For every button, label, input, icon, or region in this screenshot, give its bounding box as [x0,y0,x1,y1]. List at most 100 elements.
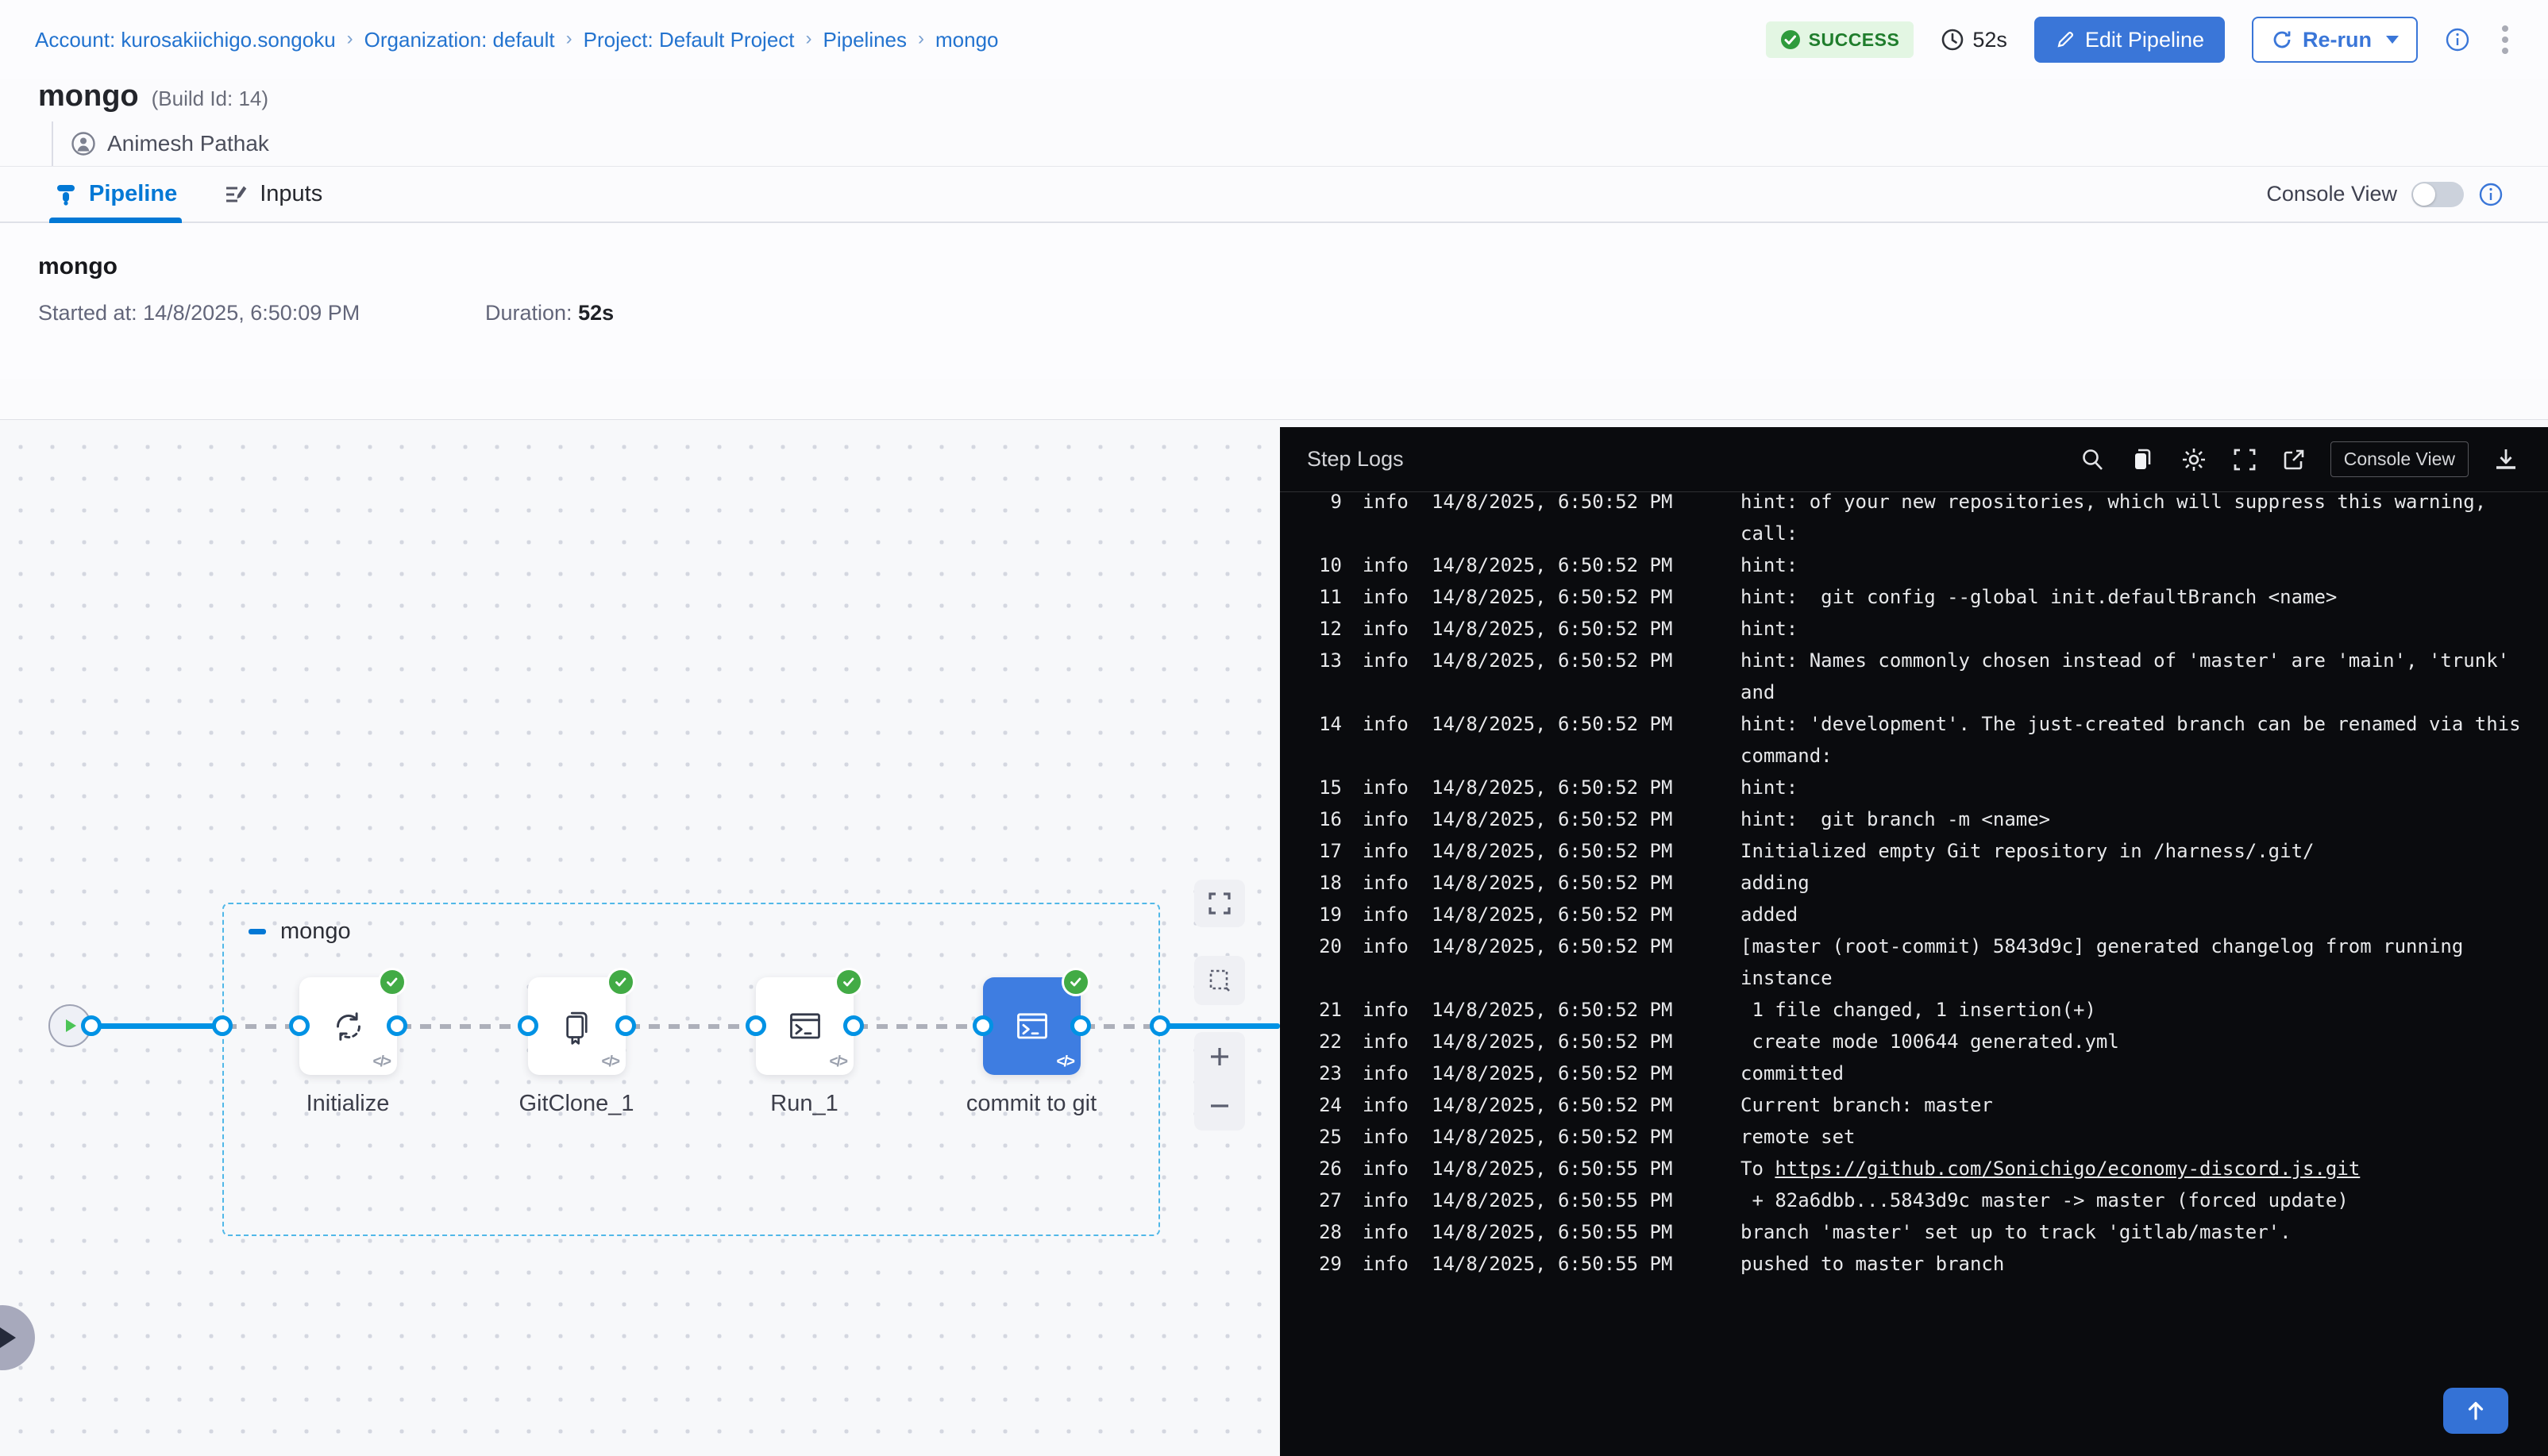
console-view-label: Console View [2266,182,2397,206]
stage-group-name: mongo [280,919,351,945]
log-line: 27info14/8/2025, 6:50:55 PM + 82a6dbb...… [1302,1184,2524,1216]
status-text: SUCCESS [1809,29,1900,51]
step-node-label: Run_1 [685,1091,923,1117]
title-row: mongo (Build Id: 14) [0,79,2548,114]
log-line: 26info14/8/2025, 6:50:55 PMTo https://gi… [1302,1153,2524,1184]
author-row: Animesh Pathak [52,121,2548,166]
edge-start-to-stage [86,1023,222,1029]
code-icon: </> [373,1053,390,1071]
header-actions: SUCCESS 52s Edit Pipeline Re-run [1766,17,2513,63]
log-line: 9info14/8/2025, 6:50:52 PMhint: of your … [1302,492,2524,518]
info-icon[interactable] [2445,27,2470,52]
top-bar: Account: kurosakiichigo.songoku › Organiza… [0,0,2548,79]
step-node-initialize[interactable]: </> [299,977,397,1075]
status-badge: SUCCESS [1766,21,1914,58]
clock-icon [1941,28,1964,52]
log-line: 17info14/8/2025, 6:50:52 PMInitialized e… [1302,835,2524,867]
console-view-info-icon[interactable] [2478,182,2504,207]
connector-dot [746,1015,766,1036]
breadcrumb-separator: › [566,28,572,50]
connector-dot [518,1015,538,1036]
zoom-in-button[interactable] [1194,1032,1245,1081]
log-repo-link[interactable]: https://github.com/Sonichigo/economy-dis… [1775,1157,2360,1180]
connector-dot [1150,1015,1170,1036]
log-line: 11info14/8/2025, 6:50:52 PMhint: git con… [1302,581,2524,613]
step-success-icon [607,968,635,996]
breadcrumb-separator: › [347,28,353,50]
step-node-label: commit to git [912,1091,1151,1117]
connector-dot [81,1015,102,1036]
log-line-continuation: command: [1302,740,2524,772]
log-line: 20info14/8/2025, 6:50:52 PM[master (root… [1302,930,2524,962]
edge-stage-end-out [1160,1023,1280,1029]
page-title: mongo [38,79,139,114]
pipeline-icon [54,183,78,206]
download-logs-icon[interactable] [2492,446,2519,473]
avatar [71,131,96,156]
breadcrumb-separator: › [918,28,924,50]
canvas-zoom-panel [1194,1032,1245,1131]
edge-gitclone-to-run [629,1024,754,1029]
breadcrumb-item[interactable]: Organization: default [364,28,555,52]
log-output[interactable]: 9info14/8/2025, 6:50:52 PMhint: of your … [1280,492,2548,1456]
log-line: 24info14/8/2025, 6:50:52 PMCurrent branc… [1302,1089,2524,1121]
stage-info: mongo Started at: 14/8/2025, 6:50:09 PM … [0,223,2548,379]
log-line: 15info14/8/2025, 6:50:52 PMhint: [1302,772,2524,803]
log-panel-title: Step Logs [1307,447,1404,472]
log-line: 19info14/8/2025, 6:50:52 PMadded [1302,899,2524,930]
breadcrumb-item[interactable]: Project: Default Project [584,28,795,52]
log-search-icon[interactable] [2080,447,2105,472]
breadcrumb-item[interactable]: Pipelines [823,28,908,52]
log-copy-icon[interactable] [2129,446,2156,473]
canvas-select-button[interactable] [1194,956,1245,1005]
zoom-out-button[interactable] [1194,1081,1245,1131]
log-line-continuation: instance [1302,962,2524,994]
inputs-icon [223,182,249,207]
author-name: Animesh Pathak [107,131,269,156]
connector-dot [1070,1015,1091,1036]
log-line-continuation: call: [1302,518,2524,549]
stage-name: mongo [38,253,2510,280]
tab-inputs[interactable]: Inputs [223,167,322,221]
step-node-label: GitClone_1 [457,1091,696,1117]
connector-dot [289,1015,310,1036]
scroll-to-top-button[interactable] [2443,1388,2508,1434]
started-at: Started at: 14/8/2025, 6:50:09 PM [38,301,485,325]
code-icon: </> [830,1053,846,1071]
step-node-commit-to-git[interactable]: </> [983,977,1081,1075]
tab-pipeline[interactable]: Pipeline [54,167,177,221]
collapse-icon[interactable] [249,929,266,934]
log-line: 14info14/8/2025, 6:50:52 PMhint: 'develo… [1302,708,2524,740]
breadcrumb-item[interactable]: mongo [935,28,999,52]
duration-text: 52s [1972,28,2007,52]
log-console-view-button[interactable]: Console View [2330,441,2469,477]
step-node-gitclone-1[interactable]: </> [528,977,626,1075]
connector-dot [615,1015,636,1036]
log-line: 13info14/8/2025, 6:50:52 PMhint: Names c… [1302,645,2524,676]
log-line: 23info14/8/2025, 6:50:52 PMcommitted [1302,1057,2524,1089]
breadcrumb-item[interactable]: Account: kurosakiichigo.songoku [35,28,336,52]
connector-dot [843,1015,864,1036]
connector-dot [387,1015,407,1036]
edge-commit-to-stage-end [1084,1024,1158,1029]
rerun-button[interactable]: Re-run [2252,17,2418,63]
log-settings-icon[interactable] [2180,445,2208,474]
build-id: (Build Id: 14) [152,87,268,111]
more-options-icon[interactable] [2497,21,2513,59]
canvas-fullscreen-button[interactable] [1194,880,1245,927]
edit-pipeline-button[interactable]: Edit Pipeline [2034,17,2225,63]
log-header: Step Logs Console View [1280,427,2548,492]
connector-dot [212,1015,233,1036]
step-node-run-1[interactable]: </> [756,977,854,1075]
edge-run-to-commit [857,1024,982,1029]
stage-group-header[interactable]: mongo [249,919,351,945]
log-fullscreen-icon[interactable] [2232,447,2257,472]
panel-expand-handle[interactable] [0,1305,35,1370]
step-success-icon [835,968,863,996]
pencil-icon [2055,29,2076,50]
log-line: 21info14/8/2025, 6:50:52 PM 1 file chang… [1302,994,2524,1026]
open-in-new-icon[interactable] [2281,447,2307,472]
code-icon: </> [602,1053,619,1071]
edge-stage-to-initialize [226,1024,297,1029]
console-view-toggle[interactable] [2411,182,2464,207]
